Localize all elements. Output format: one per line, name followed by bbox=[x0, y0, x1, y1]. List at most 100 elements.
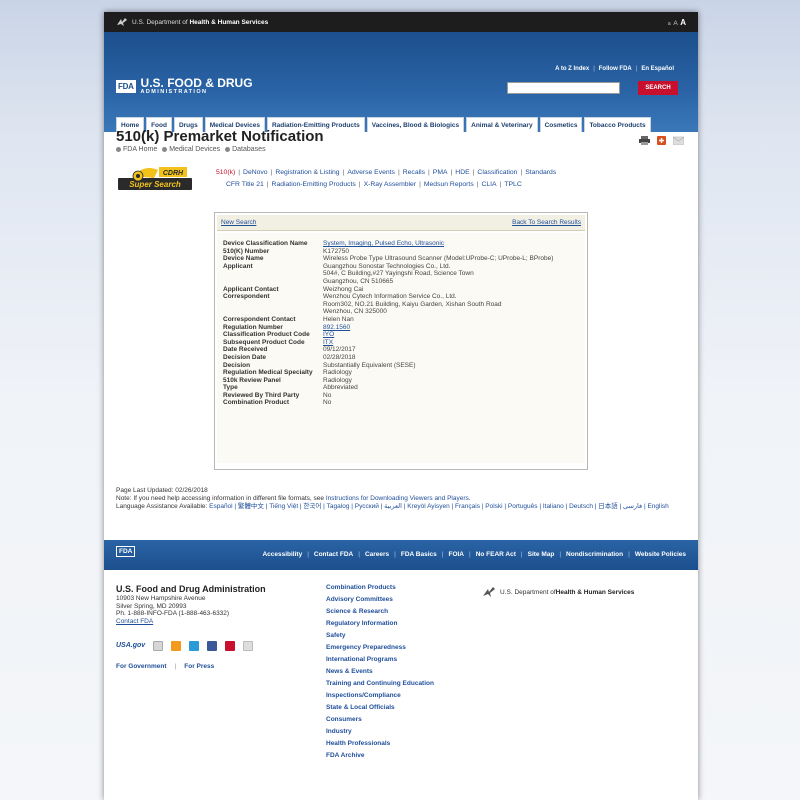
detail-label: Decision bbox=[223, 361, 251, 369]
search-button[interactable]: SEARCH bbox=[638, 81, 678, 95]
detail-value[interactable]: System, Imaging, Pulsed Echo, Ultrasonic bbox=[323, 240, 444, 248]
footer-hhs-prefix: U.S. Department of bbox=[500, 588, 556, 596]
db-link-registration-listing[interactable]: Registration & Listing bbox=[275, 169, 339, 176]
breadcrumb-medical-devices[interactable]: Medical Devices bbox=[169, 146, 220, 153]
facebook-icon[interactable] bbox=[207, 641, 218, 651]
detail-value[interactable]: ITX bbox=[323, 339, 333, 347]
nav-tab-vaccines[interactable]: Vaccines, Blood & Biologics bbox=[366, 117, 465, 132]
db-link-cfr-title-21[interactable]: CFR Title 21 bbox=[226, 181, 264, 188]
footer-topic-link[interactable]: Health Professionals bbox=[326, 740, 436, 748]
footer-topic-link[interactable]: Consumers bbox=[326, 716, 436, 724]
detail-row: Reviewed By Third Party No bbox=[223, 392, 579, 400]
new-search-link[interactable]: New Search bbox=[221, 219, 256, 226]
footer-topic-link[interactable]: Industry bbox=[326, 728, 436, 736]
en-espanol-link[interactable]: En Español bbox=[641, 66, 674, 72]
detail-value: Helen Nan bbox=[323, 316, 354, 324]
footer-topic-link[interactable]: Combination Products bbox=[326, 584, 436, 592]
detail-row: Subsequent Product Code ITX bbox=[223, 339, 579, 347]
text-size-medium[interactable]: A bbox=[673, 20, 677, 27]
footer-topic-link[interactable]: Emergency Preparedness bbox=[326, 644, 436, 652]
detail-value: Guangzhou Sonostar Technologies Co., Ltd… bbox=[323, 263, 474, 286]
text-size-small[interactable]: a bbox=[668, 21, 671, 27]
detail-value-line[interactable]: System, Imaging, Pulsed Echo, Ultrasonic bbox=[323, 240, 444, 248]
detail-label: Correspondent bbox=[223, 293, 270, 301]
detail-value-line: Room302, NO.21 Building, Kaiyu Garden, X… bbox=[323, 300, 502, 308]
db-link-recalls[interactable]: Recalls bbox=[403, 169, 425, 176]
a-to-z-link[interactable]: A to Z Index bbox=[555, 66, 589, 72]
footer-hhs-link[interactable]: U.S. Department of Health & Human Servic… bbox=[482, 586, 634, 598]
footer-link-accessibility[interactable]: Accessibility bbox=[262, 551, 302, 558]
detail-value-line: Guangzhou Sonostar Technologies Co., Ltd… bbox=[323, 262, 451, 270]
youtube-icon[interactable] bbox=[225, 641, 236, 651]
cdrh-logo-line1: CDRH bbox=[163, 170, 184, 177]
nav-tab-cosmetics[interactable]: Cosmetics bbox=[539, 117, 583, 132]
footer-link-careers[interactable]: Careers bbox=[365, 551, 389, 558]
footer-topic-link[interactable]: Science & Research bbox=[326, 608, 436, 616]
follow-fda-link[interactable]: Follow FDA bbox=[599, 66, 632, 72]
nav-tab-tobacco[interactable]: Tobacco Products bbox=[584, 117, 651, 132]
detail-row: 510k Review Panel Radiology bbox=[223, 377, 579, 385]
for-government-link[interactable]: For Government bbox=[116, 663, 167, 670]
footer-fda-logo[interactable]: FDA bbox=[116, 546, 136, 557]
footer-link-website-policies[interactable]: Website Policies bbox=[635, 551, 686, 558]
footer-topic-link[interactable]: Inspections/Compliance bbox=[326, 692, 436, 700]
breadcrumb-databases[interactable]: Databases bbox=[232, 146, 265, 153]
email-icon[interactable] bbox=[673, 136, 684, 145]
print-icon[interactable] bbox=[639, 136, 650, 145]
footer-link-nondiscrimination[interactable]: Nondiscrimination bbox=[566, 551, 623, 558]
db-link-clia[interactable]: CLIA bbox=[481, 181, 496, 188]
detail-value-line: 504#, C Building,#27 Yayingshi Road, Sci… bbox=[323, 270, 474, 278]
db-link-standards[interactable]: Standards bbox=[525, 169, 556, 176]
fda-logo[interactable]: FDA U.S. FOOD & DRUG ADMINISTRATION bbox=[116, 77, 253, 95]
back-to-results-link[interactable]: Back To Search Results bbox=[512, 219, 581, 226]
db-link-medsun[interactable]: Medsun Reports bbox=[424, 181, 474, 188]
detail-value[interactable]: 892.1560 bbox=[323, 324, 350, 332]
detail-value-line[interactable]: 892.1560 bbox=[323, 324, 350, 332]
footer-link-no-fear-act[interactable]: No FEAR Act bbox=[476, 551, 516, 558]
flickr-icon[interactable] bbox=[243, 641, 254, 651]
breadcrumb-fda-home[interactable]: FDA Home bbox=[123, 146, 157, 153]
nav-tab-animal-veterinary[interactable]: Animal & Veterinary bbox=[466, 117, 538, 132]
language-links[interactable]: Español | 繁體中文 | Tiếng Việt | 한국어 | Taga… bbox=[209, 503, 669, 510]
footer-topic-link[interactable]: FDA Archive bbox=[326, 752, 436, 760]
detail-label: Type bbox=[223, 384, 238, 392]
db-link-pma[interactable]: PMA bbox=[433, 169, 448, 176]
footer-topic-link[interactable]: Training and Continuing Education bbox=[326, 680, 436, 688]
detail-value[interactable]: IYO bbox=[323, 331, 334, 339]
db-link-classification[interactable]: Classification bbox=[477, 169, 517, 176]
db-link-radiation-emitting[interactable]: Radiation-Emitting Products bbox=[272, 181, 356, 188]
db-link-xray-assembler[interactable]: X-Ray Assembler bbox=[364, 181, 417, 188]
footer-contact-link[interactable]: Contact FDA bbox=[116, 618, 153, 625]
db-link-adverse-events[interactable]: Adverse Events bbox=[347, 169, 395, 176]
db-link-hde[interactable]: HDE bbox=[455, 169, 469, 176]
footer-topic-link[interactable]: State & Local Officials bbox=[326, 704, 436, 712]
db-link-tplc[interactable]: TPLC bbox=[504, 181, 521, 188]
footer-topic-link[interactable]: Safety bbox=[326, 632, 436, 640]
footer-topic-link[interactable]: Advisory Committees bbox=[326, 596, 436, 604]
cdrh-super-search-logo[interactable]: CDRH Super Search bbox=[118, 162, 192, 202]
footer-topic-link[interactable]: News & Events bbox=[326, 668, 436, 676]
hhs-link[interactable]: U.S. Department of Health & Human Servic… bbox=[132, 19, 268, 26]
footer-topic-link[interactable]: Regulatory Information bbox=[326, 620, 436, 628]
db-link-510k[interactable]: 510(k) bbox=[216, 169, 235, 176]
share-plus-icon[interactable] bbox=[656, 136, 667, 145]
download-viewers-link[interactable]: Instructions for Downloading Viewers and… bbox=[326, 495, 471, 502]
footer-link-contact-fda[interactable]: Contact FDA bbox=[314, 551, 353, 558]
footer-link-site-map[interactable]: Site Map bbox=[528, 551, 555, 558]
email-icon[interactable] bbox=[153, 641, 164, 651]
detail-label: Regulation Medical Specialty bbox=[223, 369, 313, 377]
db-link-denovo[interactable]: DeNovo bbox=[243, 169, 268, 176]
text-size-large[interactable]: A bbox=[680, 18, 686, 27]
footer-topic-link[interactable]: International Programs bbox=[326, 656, 436, 664]
rss-icon[interactable] bbox=[171, 641, 182, 651]
usa-gov-logo[interactable]: USA.gov bbox=[116, 642, 145, 650]
detail-label: Applicant Contact bbox=[223, 285, 279, 293]
hhs-eagle-icon[interactable] bbox=[116, 17, 128, 27]
search-input[interactable] bbox=[507, 82, 620, 94]
footer-link-fda-basics[interactable]: FDA Basics bbox=[401, 551, 437, 558]
footer-link-foia[interactable]: FOIA bbox=[448, 551, 464, 558]
twitter-icon[interactable] bbox=[189, 641, 200, 651]
detail-value-line[interactable]: ITX bbox=[323, 339, 333, 347]
for-press-link[interactable]: For Press bbox=[184, 663, 214, 670]
detail-value-line[interactable]: IYO bbox=[323, 331, 334, 339]
